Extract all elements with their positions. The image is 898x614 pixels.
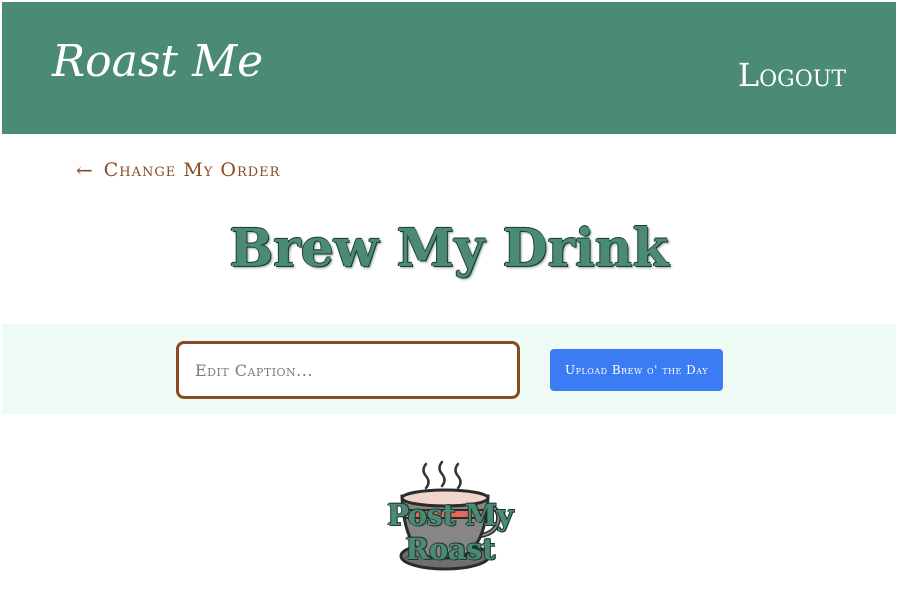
brand-logo[interactable]: Roast Me bbox=[52, 36, 263, 87]
post-roast-label: Post My Roast bbox=[387, 498, 513, 566]
logout-link[interactable]: Logout bbox=[738, 56, 846, 94]
page: Roast Me Logout ← Change My Order Brew M… bbox=[0, 0, 898, 614]
top-navbar: Roast Me Logout bbox=[2, 2, 896, 134]
post-roast-button[interactable]: Post My Roast bbox=[340, 458, 560, 578]
change-order-link[interactable]: ← Change My Order bbox=[76, 158, 280, 182]
page-title: Brew My Drink bbox=[229, 218, 669, 279]
arrow-left-icon: ← bbox=[76, 158, 94, 182]
caption-input[interactable] bbox=[176, 341, 520, 399]
upload-brew-button[interactable]: Upload Brew o' the Day bbox=[550, 349, 723, 391]
change-order-label: Change My Order bbox=[103, 159, 281, 181]
